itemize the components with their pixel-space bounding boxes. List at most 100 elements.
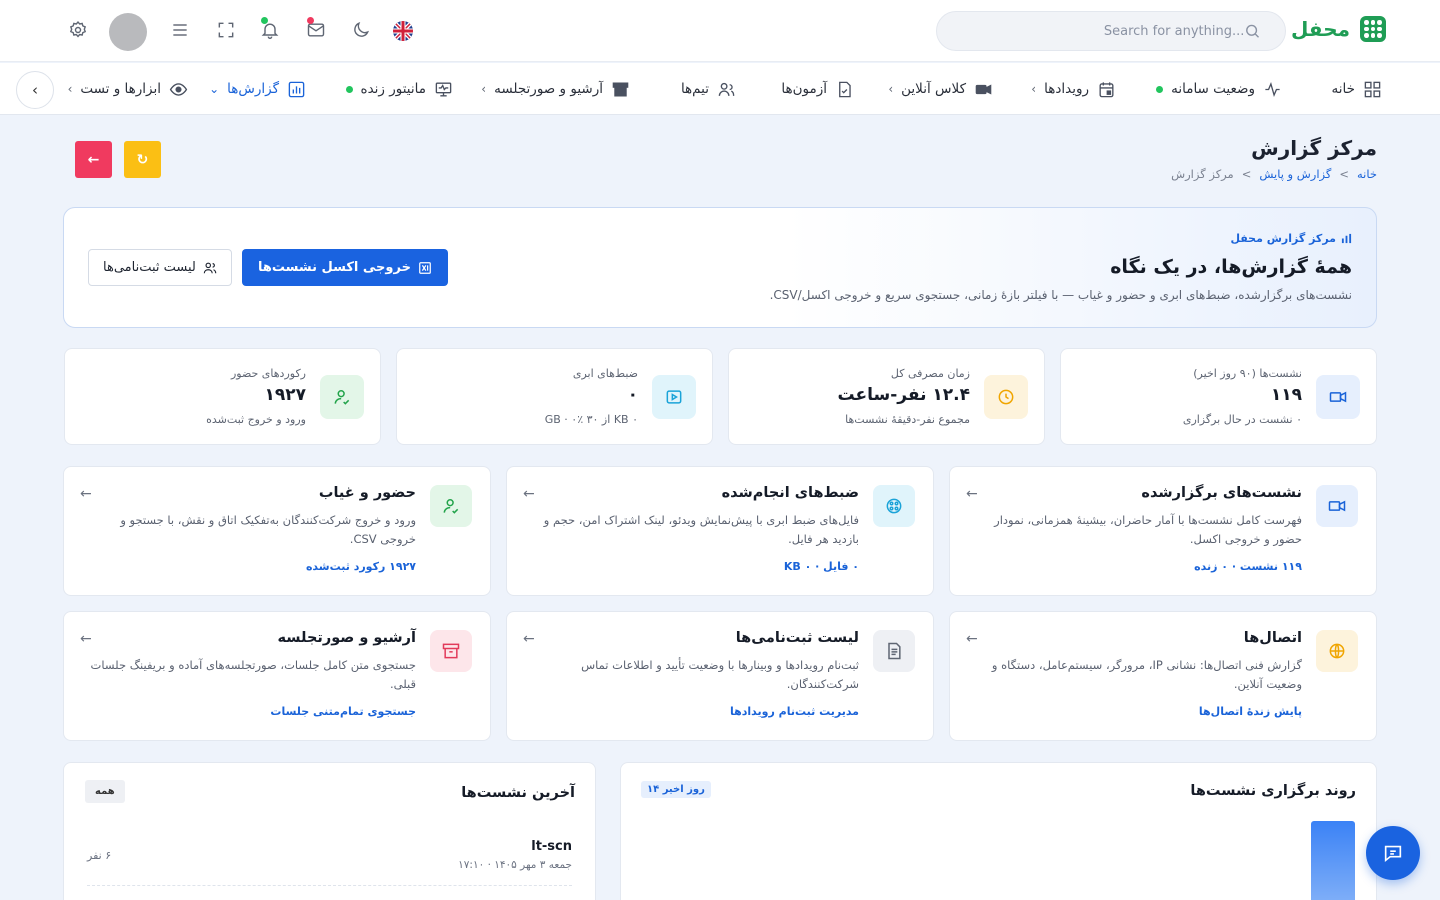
menu-button[interactable]	[169, 19, 191, 41]
support-chat-button[interactable]	[1366, 826, 1420, 880]
breadcrumb-reports[interactable]: گزارش و پایش	[1259, 167, 1331, 181]
card-link[interactable]: پایش زندهٔ اتصال‌ها	[1199, 705, 1302, 718]
card-link[interactable]: جستجوی تمام‌متنی جلسات	[270, 705, 416, 718]
play-icon	[666, 390, 682, 404]
nav-item-online-class[interactable]: کلاس آنلاین ›	[888, 63, 993, 115]
card-link[interactable]: ۱۹۲۷ رکورد ثبت‌شده	[306, 560, 416, 573]
card-description: فایل‌های ضبط ابری با پیش‌نمایش ویدئو، لی…	[543, 513, 859, 546]
stat-value: ۱۱۹	[1270, 385, 1302, 405]
trend-bar	[1311, 821, 1355, 900]
nav-label: گزارش‌ها	[227, 81, 279, 97]
fullscreen-icon	[218, 22, 234, 38]
card-held-sessions[interactable]: نشست‌های برگزارشده فهرست کامل نشست‌ها با…	[949, 466, 1377, 596]
card-icon-wrap	[1316, 630, 1358, 672]
user-check-icon	[334, 390, 350, 405]
settings-button[interactable]	[67, 19, 89, 41]
messages-button[interactable]	[305, 17, 327, 41]
card-title: نشست‌های برگزارشده	[1141, 485, 1302, 501]
chart-icon	[1341, 233, 1352, 244]
search-box[interactable]	[936, 11, 1286, 51]
search-input[interactable]	[953, 23, 1245, 39]
video-icon	[1328, 500, 1346, 512]
chevron-left-icon: ›	[67, 82, 73, 96]
arrow-left-icon: ←	[966, 486, 978, 502]
session-participants: ۶ نفر	[87, 849, 112, 862]
nav-item-home[interactable]: خانه	[1332, 63, 1382, 115]
main-nav: خانه وضعیت سامانه رویدادها › کلاس آنلاین…	[0, 63, 1440, 115]
document-list-icon	[888, 642, 901, 660]
fullscreen-button[interactable]	[215, 19, 237, 41]
dark-mode-toggle[interactable]	[350, 19, 372, 41]
nav-scroll-button[interactable]: ‹	[16, 71, 54, 109]
notifications-button[interactable]	[259, 17, 281, 41]
card-registrations[interactable]: لیست ثبت‌نامی‌ها ثبت‌نام رویدادها و وبین…	[506, 611, 934, 741]
nav-item-live-monitor[interactable]: مانیتور زنده	[345, 63, 453, 115]
video-camera-icon	[975, 83, 992, 95]
refresh-button[interactable]: ↻	[124, 141, 161, 178]
bar-chart-icon	[288, 81, 305, 97]
card-title: آرشیو و صورتجلسه	[277, 630, 416, 646]
nav-item-reports[interactable]: گزارش‌ها ⌄	[209, 63, 306, 115]
nav-label: خانه	[1331, 81, 1355, 97]
arrow-left-icon: ←	[87, 151, 100, 168]
stat-icon-wrap	[320, 375, 364, 419]
stat-card-attendance: رکوردهای حضور ۱۹۲۷ ورود و خروج ثبت‌شده	[64, 348, 381, 445]
breadcrumb-home[interactable]: خانه	[1357, 167, 1377, 181]
nav-item-system-status[interactable]: وضعیت سامانه	[1156, 63, 1282, 115]
card-description: ثبت‌نام رویدادها و وبینارها با وضعیت تأی…	[581, 658, 859, 691]
nav-item-events[interactable]: رویدادها ›	[1031, 63, 1116, 115]
card-icon-wrap	[873, 630, 915, 672]
film-reel-icon	[886, 498, 902, 514]
nav-item-archive[interactable]: آرشیو و صورتجلسه ›	[481, 63, 630, 115]
card-link[interactable]: ۰ فایل · ۰ KB	[784, 560, 859, 573]
stat-label: ضبط‌های ابری	[572, 367, 638, 380]
avatar[interactable]	[109, 13, 147, 51]
chevron-down-icon: ⌄	[209, 82, 220, 96]
notification-dot	[261, 17, 268, 24]
stat-card-sessions: نشست‌ها (۹۰ روز اخیر) ۱۱۹ ۰ نشست در حال …	[1060, 348, 1377, 445]
card-title: ضبط‌های انجام‌شده	[721, 485, 859, 501]
video-icon	[1329, 391, 1347, 403]
nav-item-tools[interactable]: ابزارها و تست ›	[68, 63, 188, 115]
stat-value: ۰	[627, 385, 638, 405]
range-badge: ۱۴ روز اخیر	[641, 781, 711, 798]
card-connections[interactable]: اتصال‌ها گزارش فنی اتصال‌ها: نشانی IP، م…	[949, 611, 1377, 741]
card-description: جستجوی متن کامل جلسات، صورتجلسه‌های آماد…	[90, 658, 416, 691]
eye-icon	[169, 82, 188, 96]
brand[interactable]: محفل	[1291, 16, 1386, 42]
sessions-trend-panel: روند برگزاری نشست‌ها ۱۴ روز اخیر	[620, 762, 1377, 900]
card-attendance[interactable]: حضور و غیاب ورود و خروج شرکت‌کنندگان به‌…	[63, 466, 491, 596]
card-link[interactable]: مدیریت ثبت‌نام رویدادها	[730, 705, 859, 718]
breadcrumb-separator: >	[1241, 167, 1252, 181]
view-all-button[interactable]: همه	[85, 780, 125, 803]
excel-icon	[419, 261, 431, 274]
calendar-icon	[1099, 81, 1114, 97]
nav-item-exams[interactable]: آزمون‌ها	[781, 63, 854, 115]
hero-description: نشست‌های برگزارشده، ضبط‌های ابری و حضور …	[769, 288, 1352, 302]
brand-logo-icon	[1360, 16, 1386, 42]
latest-sessions-panel: آخرین نشست‌ها همه lt-scn جمعه ۳ مهر ۱۴۰۵…	[63, 762, 596, 900]
back-button[interactable]: ←	[75, 141, 112, 178]
stat-icon-wrap	[1316, 375, 1360, 419]
unread-dot	[307, 17, 314, 24]
chevron-left-icon: ›	[1031, 82, 1037, 96]
nav-label: تیم‌ها	[680, 81, 709, 97]
team-icon	[718, 82, 735, 96]
registrations-list-button[interactable]: لیست ثبت‌نامی‌ها	[88, 249, 232, 286]
export-sessions-button[interactable]: خروجی اکسل نشست‌ها	[242, 249, 448, 286]
card-title: لیست ثبت‌نامی‌ها	[735, 630, 859, 646]
card-recordings[interactable]: ضبط‌های انجام‌شده فایل‌های ضبط ابری با پ…	[506, 466, 934, 596]
chevron-left-icon: ›	[481, 82, 487, 96]
card-link[interactable]: ۱۱۹ نشست · ۰ زنده	[1194, 560, 1302, 573]
hero-eyebrow: مرکز گزارش محفل	[1230, 232, 1352, 245]
language-flag-icon[interactable]	[393, 21, 413, 41]
nav-item-teams[interactable]: تیم‌ها	[681, 63, 736, 115]
card-title: اتصال‌ها	[1243, 630, 1302, 646]
nav-label: آرشیو و صورتجلسه	[494, 81, 603, 97]
nav-label: کلاس آنلاین	[901, 81, 966, 97]
card-archive[interactable]: آرشیو و صورتجلسه جستجوی متن کامل جلسات، …	[63, 611, 491, 741]
hero-title: همهٔ گزارش‌ها، در یک نگاه	[1110, 256, 1352, 278]
top-header: محفل	[0, 0, 1440, 62]
pulse-icon	[1265, 81, 1280, 97]
card-description: فهرست کامل نشست‌ها با آمار حاضران، بیشین…	[994, 513, 1302, 546]
